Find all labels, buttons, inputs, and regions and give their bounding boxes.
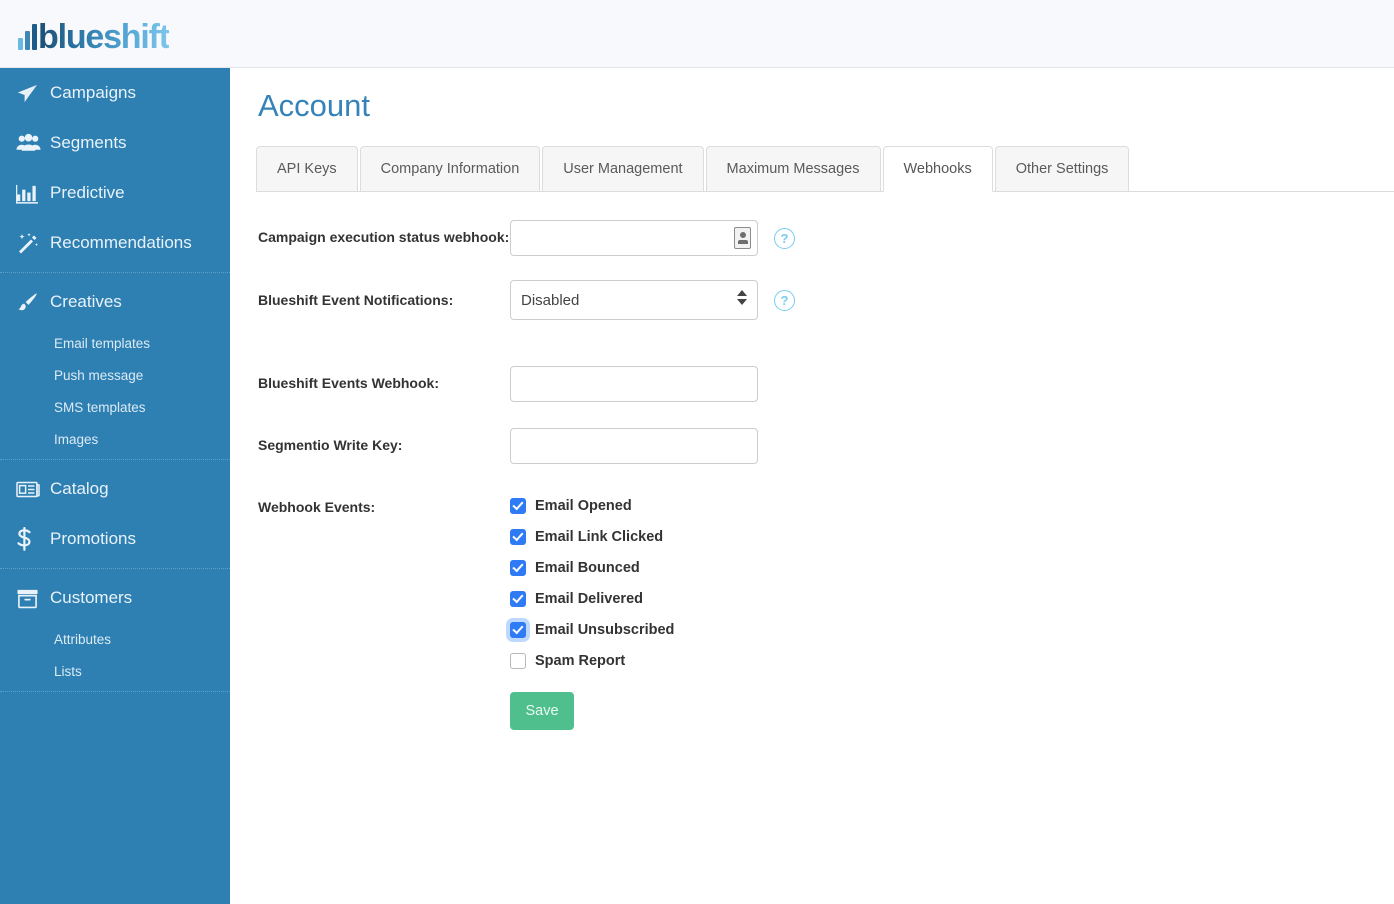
sidebar-item-label: Campaigns <box>50 83 136 103</box>
sidebar-item-label: Predictive <box>50 183 125 203</box>
webhook-events-checkbox-list: Email Opened Email Link Clicked Email Bo… <box>510 490 674 730</box>
field-campaign-webhook: Campaign execution status webhook: ? <box>230 220 1394 256</box>
checkbox-label: Email Unsubscribed <box>535 622 674 638</box>
checkbox-row-email-bounced[interactable]: Email Bounced <box>510 552 674 583</box>
paper-plane-icon <box>16 82 50 104</box>
tab-other-settings[interactable]: Other Settings <box>995 146 1130 192</box>
field-webhook-events: Webhook Events: Email Opened Email Link … <box>230 490 1394 730</box>
top-header: blueshift <box>0 0 1394 68</box>
sidebar-item-creatives[interactable]: Creatives <box>0 277 230 327</box>
archive-box-icon <box>16 587 50 609</box>
brand-name: blueshift <box>38 22 169 52</box>
webhook-events-label: Webhook Events: <box>258 499 375 515</box>
bar-chart-icon <box>16 182 50 204</box>
sidebar-item-recommendations[interactable]: Recommendations <box>0 218 230 268</box>
field-events-webhook: Blueshift Events Webhook: <box>230 366 1394 402</box>
sidebar-divider <box>0 568 230 569</box>
users-group-icon <box>16 132 50 154</box>
sidebar-item-label: Customers <box>50 588 132 608</box>
checkbox-label: Email Link Clicked <box>535 529 663 545</box>
tab-api-keys[interactable]: API Keys <box>256 146 358 192</box>
sidebar-subitem-attributes[interactable]: Attributes <box>0 623 230 655</box>
checkbox-label: Spam Report <box>535 653 625 669</box>
event-notifications-select[interactable]: Disabled Enabled <box>510 280 758 320</box>
campaign-webhook-input[interactable] <box>510 220 758 256</box>
contact-card-icon[interactable] <box>734 227 751 249</box>
sidebar-subitem-sms-templates[interactable]: SMS templates <box>0 391 230 423</box>
checkbox-label: Email Delivered <box>535 591 643 607</box>
paint-brush-icon <box>16 291 50 313</box>
sidebar-subitem-images[interactable]: Images <box>0 423 230 455</box>
sidebar-item-campaigns[interactable]: Campaigns <box>0 68 230 118</box>
newspaper-icon <box>16 478 50 500</box>
webhooks-form: Campaign execution status webhook: ? Blu… <box>230 220 1394 730</box>
campaign-webhook-input-wrap <box>510 220 758 256</box>
event-notifications-select-wrap: Disabled Enabled <box>510 280 758 320</box>
tab-maximum-messages[interactable]: Maximum Messages <box>706 146 881 192</box>
sidebar-item-customers[interactable]: Customers <box>0 573 230 623</box>
campaign-webhook-label: Campaign execution status webhook: <box>258 220 510 248</box>
sidebar-item-label: Creatives <box>50 292 122 312</box>
sidebar-divider <box>0 459 230 460</box>
brand-logo[interactable]: blueshift <box>18 16 169 52</box>
save-button[interactable]: Save <box>510 692 574 730</box>
sidebar-item-segments[interactable]: Segments <box>0 118 230 168</box>
sidebar-item-label: Segments <box>50 133 127 153</box>
app-root: blueshift Campaigns Segmen <box>0 0 1394 904</box>
tab-user-management[interactable]: User Management <box>542 146 703 192</box>
sidebar-subitem-email-templates[interactable]: Email templates <box>0 327 230 359</box>
field-event-notifications: Blueshift Event Notifications: Disabled … <box>230 280 1394 320</box>
checkbox-row-email-delivered[interactable]: Email Delivered <box>510 583 674 614</box>
checkbox-label: Email Opened <box>535 498 632 514</box>
tab-company-information[interactable]: Company Information <box>360 146 541 192</box>
sidebar-divider <box>0 272 230 273</box>
bar-chart-logo-icon <box>18 24 37 50</box>
event-notifications-label: Blueshift Event Notifications: <box>258 280 510 311</box>
checkbox-label: Email Bounced <box>535 560 640 576</box>
sidebar-item-promotions[interactable]: Promotions <box>0 514 230 564</box>
question-mark-icon[interactable]: ? <box>774 228 795 249</box>
events-webhook-input[interactable] <box>510 366 758 402</box>
sidebar-item-catalog[interactable]: Catalog <box>0 464 230 514</box>
webhook-events-label-wrap: Webhook Events: <box>258 490 510 518</box>
checkbox-email-bounced[interactable] <box>510 560 526 576</box>
segmentio-write-key-input[interactable] <box>510 428 758 464</box>
tab-bar: API Keys Company Information User Manage… <box>256 146 1394 192</box>
sidebar-subitem-push-message[interactable]: Push message <box>0 359 230 391</box>
sidebar-item-predictive[interactable]: Predictive <box>0 168 230 218</box>
segmentio-write-key-label: Segmentio Write Key: <box>258 437 402 453</box>
checkbox-row-spam-report[interactable]: Spam Report <box>510 645 674 676</box>
checkbox-row-email-opened[interactable]: Email Opened <box>510 490 674 521</box>
field-segmentio-write-key: Segmentio Write Key: <box>230 428 1394 464</box>
events-webhook-label: Blueshift Events Webhook: <box>258 366 510 394</box>
checkbox-email-link-clicked[interactable] <box>510 529 526 545</box>
checkbox-spam-report[interactable] <box>510 653 526 669</box>
checkbox-row-email-unsubscribed[interactable]: Email Unsubscribed <box>510 614 674 645</box>
sidebar-divider <box>0 691 230 692</box>
main-content: Account API Keys Company Information Use… <box>230 68 1394 904</box>
sidebar-item-label: Catalog <box>50 479 109 499</box>
checkbox-email-unsubscribed[interactable] <box>510 622 526 638</box>
sidebar-subitem-lists[interactable]: Lists <box>0 655 230 687</box>
sidebar-item-label: Recommendations <box>50 233 192 253</box>
checkbox-email-opened[interactable] <box>510 498 526 514</box>
question-mark-icon[interactable]: ? <box>774 290 795 311</box>
tab-webhooks[interactable]: Webhooks <box>883 146 993 192</box>
checkbox-email-delivered[interactable] <box>510 591 526 607</box>
dollar-sign-icon <box>16 528 50 550</box>
magic-wand-icon <box>16 232 50 254</box>
page-title: Account <box>258 88 1394 124</box>
checkbox-row-email-link-clicked[interactable]: Email Link Clicked <box>510 521 674 552</box>
sidebar-item-label: Promotions <box>50 529 136 549</box>
sidebar: Campaigns Segments <box>0 68 230 904</box>
segmentio-write-key-label-wrap: Segmentio Write Key: <box>258 428 510 456</box>
